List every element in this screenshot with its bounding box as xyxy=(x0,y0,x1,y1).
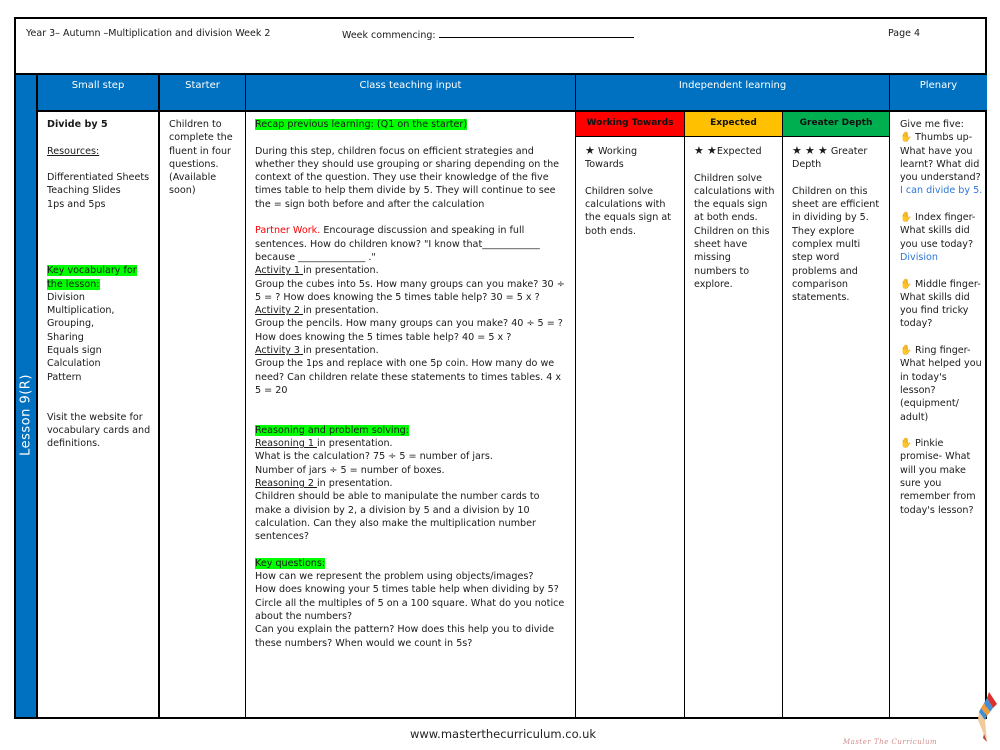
vocab-item: Pattern xyxy=(47,371,82,383)
reasoning-line: What is the calculation? 75 ÷ 5 = number… xyxy=(255,451,493,463)
star-icon: ★ xyxy=(817,144,828,157)
plenary-prompt: Pinkie promise- What will you make sure … xyxy=(900,438,976,516)
activity-suffix: in presentation. xyxy=(303,265,379,277)
reasoning-item-label: Reasoning 1 xyxy=(255,438,318,450)
vocab-item: Calculation xyxy=(47,358,101,370)
reasoning-suffix: in presentation. xyxy=(317,478,393,490)
activity-text: Group the cubes into 5s. How many groups… xyxy=(255,278,565,303)
col-header-plenary: Plenary xyxy=(890,75,987,112)
reasoning-heading: Reasoning 1 in presentation. xyxy=(255,437,568,450)
page-number: Page 4 xyxy=(888,28,921,39)
col-header-class-teaching: Class teaching input xyxy=(246,75,576,112)
hand-icon: ✋ xyxy=(900,278,912,290)
activity-heading: Activity 3 in presentation. xyxy=(255,344,568,357)
plenary-column: Give me five: ✋ Thumbs up- What have you… xyxy=(890,112,987,717)
page-header: Year 3– Autumn –Multiplication and divis… xyxy=(16,19,985,75)
partner-work-label: Partner Work. xyxy=(255,225,321,237)
vocab-item: Sharing xyxy=(47,331,84,343)
small-step-column: Divide by 5 Resources: Differentiated Sh… xyxy=(38,112,160,717)
star-icon: ★ xyxy=(585,144,595,157)
vocab-item: Division xyxy=(47,291,86,303)
hand-icon: ✋ xyxy=(900,212,912,224)
lesson-plan-sheet: Year 3– Autumn –Multiplication and divis… xyxy=(14,17,987,719)
pencil-logo-icon xyxy=(978,692,997,742)
reasoning-line: Number of jars ÷ 5 = number of boxes. xyxy=(255,464,445,476)
plenary-prompt: Thumbs up- What have you learnt? What di… xyxy=(900,132,981,184)
recap-label: Recap previous learning: (Q1 on the star… xyxy=(255,119,468,130)
starter-column: Children to complete the fluent in four … xyxy=(160,112,246,717)
footer-brand: Master The Curriculum xyxy=(843,738,938,746)
activity-label: Activity 1 xyxy=(255,265,304,277)
activity-label: Activity 2 xyxy=(255,305,304,317)
starter-text: Children to complete the fluent in four … xyxy=(169,119,233,197)
key-question: How does knowing your 5 times table help… xyxy=(255,584,559,596)
resource-item: 1ps and 5ps xyxy=(47,198,106,210)
level-column-working-towards: ★ Working Towards Children solve calcula… xyxy=(576,137,685,717)
plenary-intro: Give me five: xyxy=(900,119,964,130)
partner-work: Partner Work. Encourage discussion and s… xyxy=(255,224,568,264)
key-questions-label: Key questions: xyxy=(255,557,326,569)
star-icon: ★ xyxy=(792,144,802,157)
activity-heading: Activity 2 in presentation. xyxy=(255,304,568,317)
plenary-prompt: Middle finger- What skills did you find … xyxy=(900,278,981,330)
level-text: Children solve calculations with the equ… xyxy=(694,172,775,290)
level-header-expected: Expected xyxy=(685,112,783,137)
level-star-label: Expected xyxy=(716,146,762,157)
key-question: Can you explain the pattern? How does th… xyxy=(255,624,555,649)
level-star-label: Greater Depth xyxy=(792,146,868,171)
hand-icon: ✋ xyxy=(900,438,912,450)
small-step-title: Divide by 5 xyxy=(47,119,108,130)
key-question: Circle all the multiples of 5 on a 100 s… xyxy=(255,597,565,622)
resource-item: Differentiated Sheets xyxy=(47,172,150,184)
reasoning-item-label: Reasoning 2 xyxy=(255,478,318,490)
week-commencing: Week commencing: xyxy=(342,28,634,41)
vocab-item: Equals sign xyxy=(47,345,102,357)
page-title: Year 3– Autumn –Multiplication and divis… xyxy=(26,28,271,39)
level-text: Children on this sheet are efficient in … xyxy=(792,185,880,304)
star-icon: ★ xyxy=(804,144,815,157)
col-header-independent: Independent learning xyxy=(576,75,890,112)
lesson-side-strip: Lesson 9(R) xyxy=(16,75,38,717)
level-column-greater-depth: ★ ★ ★ Greater Depth Children on this she… xyxy=(783,137,890,717)
level-header-greater-depth: Greater Depth xyxy=(783,112,890,137)
activity-suffix: in presentation. xyxy=(303,345,379,357)
activity-suffix: in presentation. xyxy=(303,305,379,317)
activity-heading: Activity 1 in presentation. xyxy=(255,264,568,277)
teaching-intro: During this step, children focus on effi… xyxy=(255,145,560,210)
hand-icon: ✋ xyxy=(900,345,912,357)
key-question: How can we represent the problem using o… xyxy=(255,571,534,583)
class-teaching-column: Recap previous learning: (Q1 on the star… xyxy=(246,112,576,717)
vocab-item: Multiplication, xyxy=(47,305,115,317)
vocab-item: Grouping, xyxy=(47,318,95,330)
activity-text: Group the pencils. How many groups can y… xyxy=(255,318,563,343)
resource-item: Teaching Slides xyxy=(47,185,121,197)
plenary-prompt: Index finger- What skills did you use to… xyxy=(900,212,976,250)
star-icon: ★ xyxy=(694,144,704,157)
level-text: Children solve calculations with the equ… xyxy=(585,185,671,237)
reasoning-suffix: in presentation. xyxy=(317,438,393,450)
col-header-starter: Starter xyxy=(160,75,246,112)
resources-label: Resources: xyxy=(47,145,100,157)
website-note: Visit the website for vocabulary cards a… xyxy=(47,411,151,450)
col-header-small-step: Small step xyxy=(38,75,160,112)
plenary-answer: I can divide by 5. xyxy=(900,185,983,197)
plenary-prompt: Ring finger- What helped you in today's … xyxy=(900,345,982,423)
activity-label: Activity 3 xyxy=(255,345,304,357)
week-commencing-label: Week commencing: xyxy=(342,30,436,41)
reasoning-label: Reasoning and problem solving: xyxy=(255,424,409,436)
vocab-label: Key vocabulary for the lesson: xyxy=(47,265,137,290)
reasoning-heading: Reasoning 2 in presentation. xyxy=(255,477,568,490)
footer-url[interactable]: www.masterthecurriculum.co.uk xyxy=(410,727,596,741)
hand-icon: ✋ xyxy=(900,132,912,144)
reasoning-line: Children should be able to manipulate th… xyxy=(255,491,540,543)
level-column-expected: ★ ★Expected Children solve calculations … xyxy=(685,137,783,717)
week-commencing-field[interactable] xyxy=(438,28,634,38)
activity-text: Group the 1ps and replace with one 5p co… xyxy=(255,358,562,396)
level-header-working-towards: Working Towards xyxy=(576,112,685,137)
plenary-answer: Division xyxy=(900,251,939,263)
lesson-label: Lesson 9(R) xyxy=(18,374,34,456)
star-icon: ★ xyxy=(706,144,717,157)
